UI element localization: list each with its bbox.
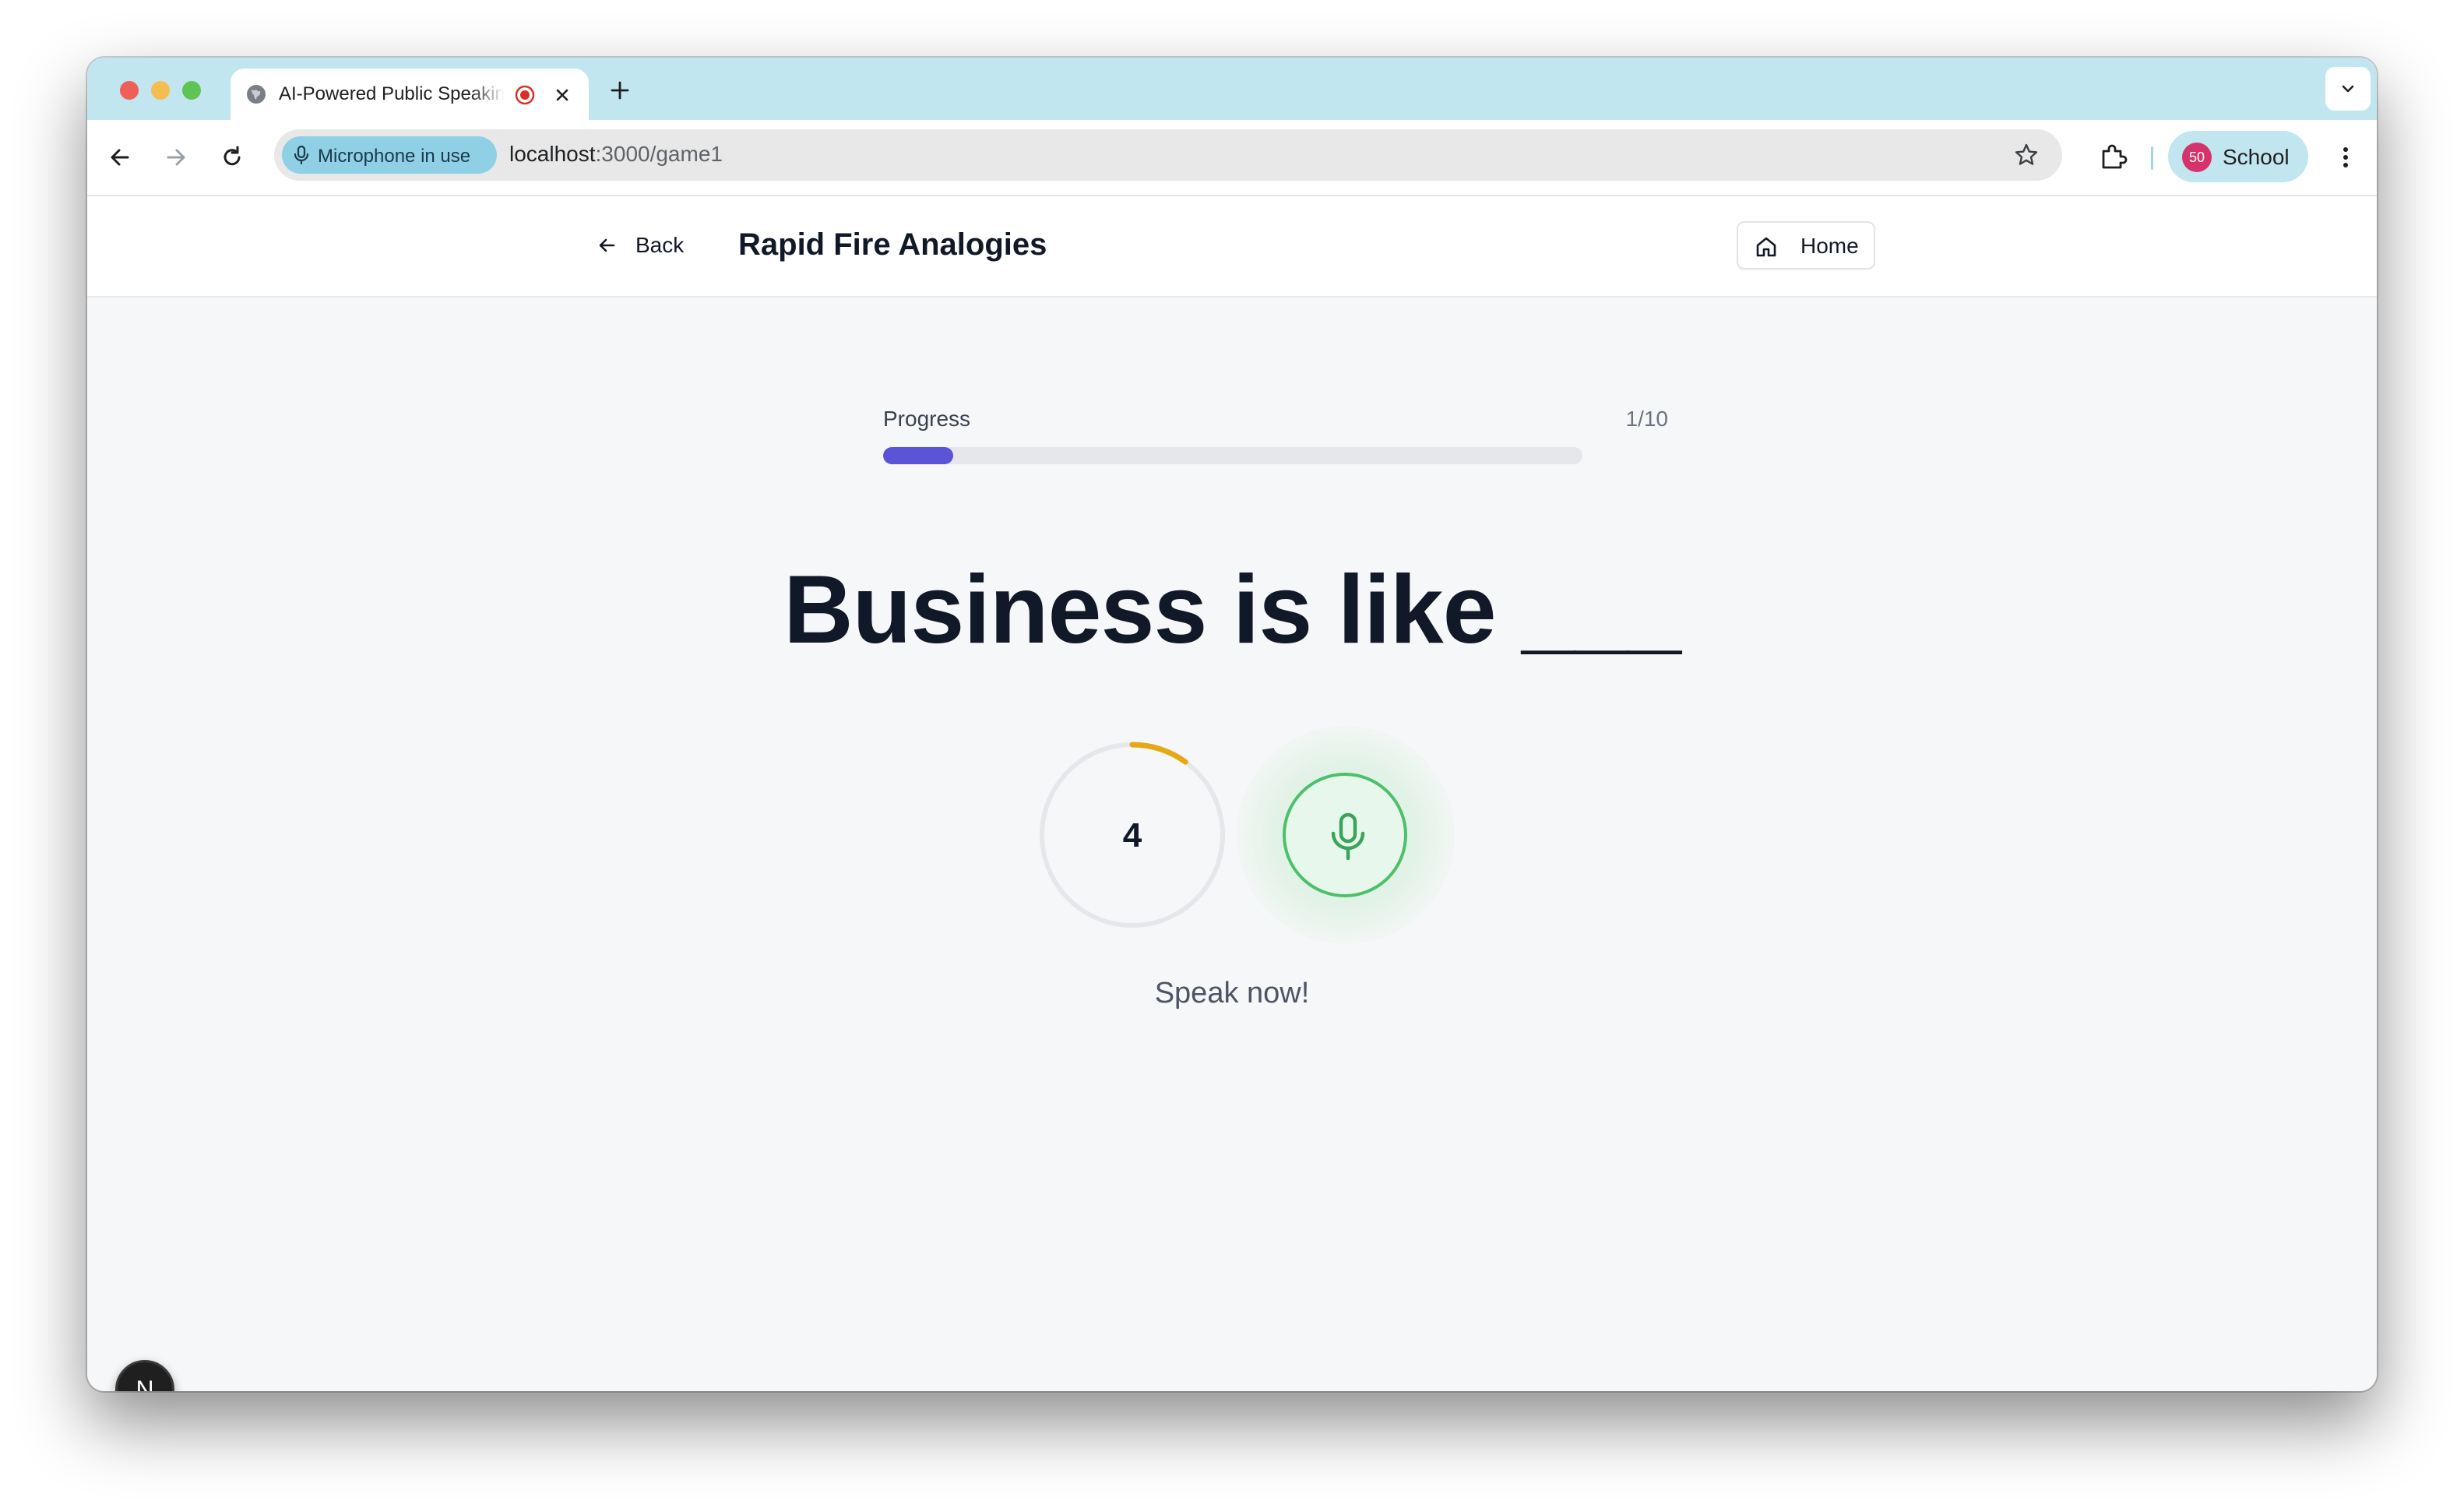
globe-icon [247, 85, 266, 104]
microphone-button[interactable] [1283, 773, 1407, 897]
arrow-left-icon [599, 238, 615, 252]
dev-tools-badge[interactable]: N [115, 1360, 174, 1391]
analogy-prompt: Business is like ___ [783, 556, 1681, 664]
profile-label: School [2223, 145, 2290, 169]
url-host: localhost [509, 142, 596, 166]
timer-value: 4 [1122, 816, 1142, 854]
browser-window: AI-Powered Public Speaking Microphone in… [87, 58, 2377, 1391]
home-button[interactable]: Home [1737, 221, 1875, 270]
page-title: Rapid Fire Analogies [738, 227, 1047, 262]
more-menu-icon[interactable] [2330, 142, 2361, 173]
url-text: localhost:3000/game1 [509, 142, 723, 167]
page-content: Back Rapid Fire Analogies Home Progress … [87, 196, 2377, 1391]
bookmark-star-icon[interactable] [2012, 141, 2040, 169]
home-icon [1756, 237, 1776, 257]
recording-icon [515, 85, 535, 105]
tab-strip: AI-Powered Public Speaking [87, 58, 2377, 120]
back-label: Back [635, 233, 685, 257]
microphone-icon [1331, 812, 1365, 861]
browser-toolbar: Microphone in use localhost:3000/game1 5… [87, 120, 2377, 196]
microphone-in-use-label: Microphone in use [318, 146, 471, 167]
progress-label: Progress [883, 407, 971, 431]
url-path: :3000/game1 [595, 142, 723, 166]
tab-title: AI-Powered Public Speaking [279, 83, 505, 104]
profile-avatar: 50 [2182, 143, 2212, 172]
home-label: Home [1800, 234, 1859, 258]
app-header: Back Rapid Fire Analogies Home [87, 196, 2377, 298]
progress-bar [883, 447, 1582, 464]
speak-status: Speak now! [1154, 977, 1310, 1009]
chevron-down-icon [2342, 85, 2354, 93]
profile-button[interactable]: 50 School [2168, 131, 2308, 182]
progress-count: 1/10 [1625, 407, 1669, 431]
close-window-button[interactable] [120, 81, 139, 100]
address-bar[interactable]: Microphone in use localhost:3000/game1 [274, 129, 2062, 181]
maximize-window-button[interactable] [182, 81, 201, 100]
minimize-window-button[interactable] [151, 81, 170, 100]
back-arrow-icon[interactable] [104, 142, 136, 173]
back-button[interactable]: Back [595, 226, 684, 265]
tab-search-button[interactable] [2325, 67, 2371, 111]
new-tab-icon[interactable] [606, 76, 634, 104]
browser-tab[interactable]: AI-Powered Public Speaking [231, 69, 589, 120]
progress-fill [883, 447, 953, 464]
microphone-in-use-chip[interactable]: Microphone in use [282, 136, 497, 174]
microphone-small-icon [294, 145, 309, 165]
toolbar-divider [2151, 146, 2153, 170]
extensions-puzzle-icon[interactable] [2096, 140, 2131, 174]
forward-arrow-icon[interactable] [160, 142, 192, 173]
reload-icon[interactable] [216, 142, 248, 173]
close-tab-icon[interactable] [551, 84, 573, 106]
